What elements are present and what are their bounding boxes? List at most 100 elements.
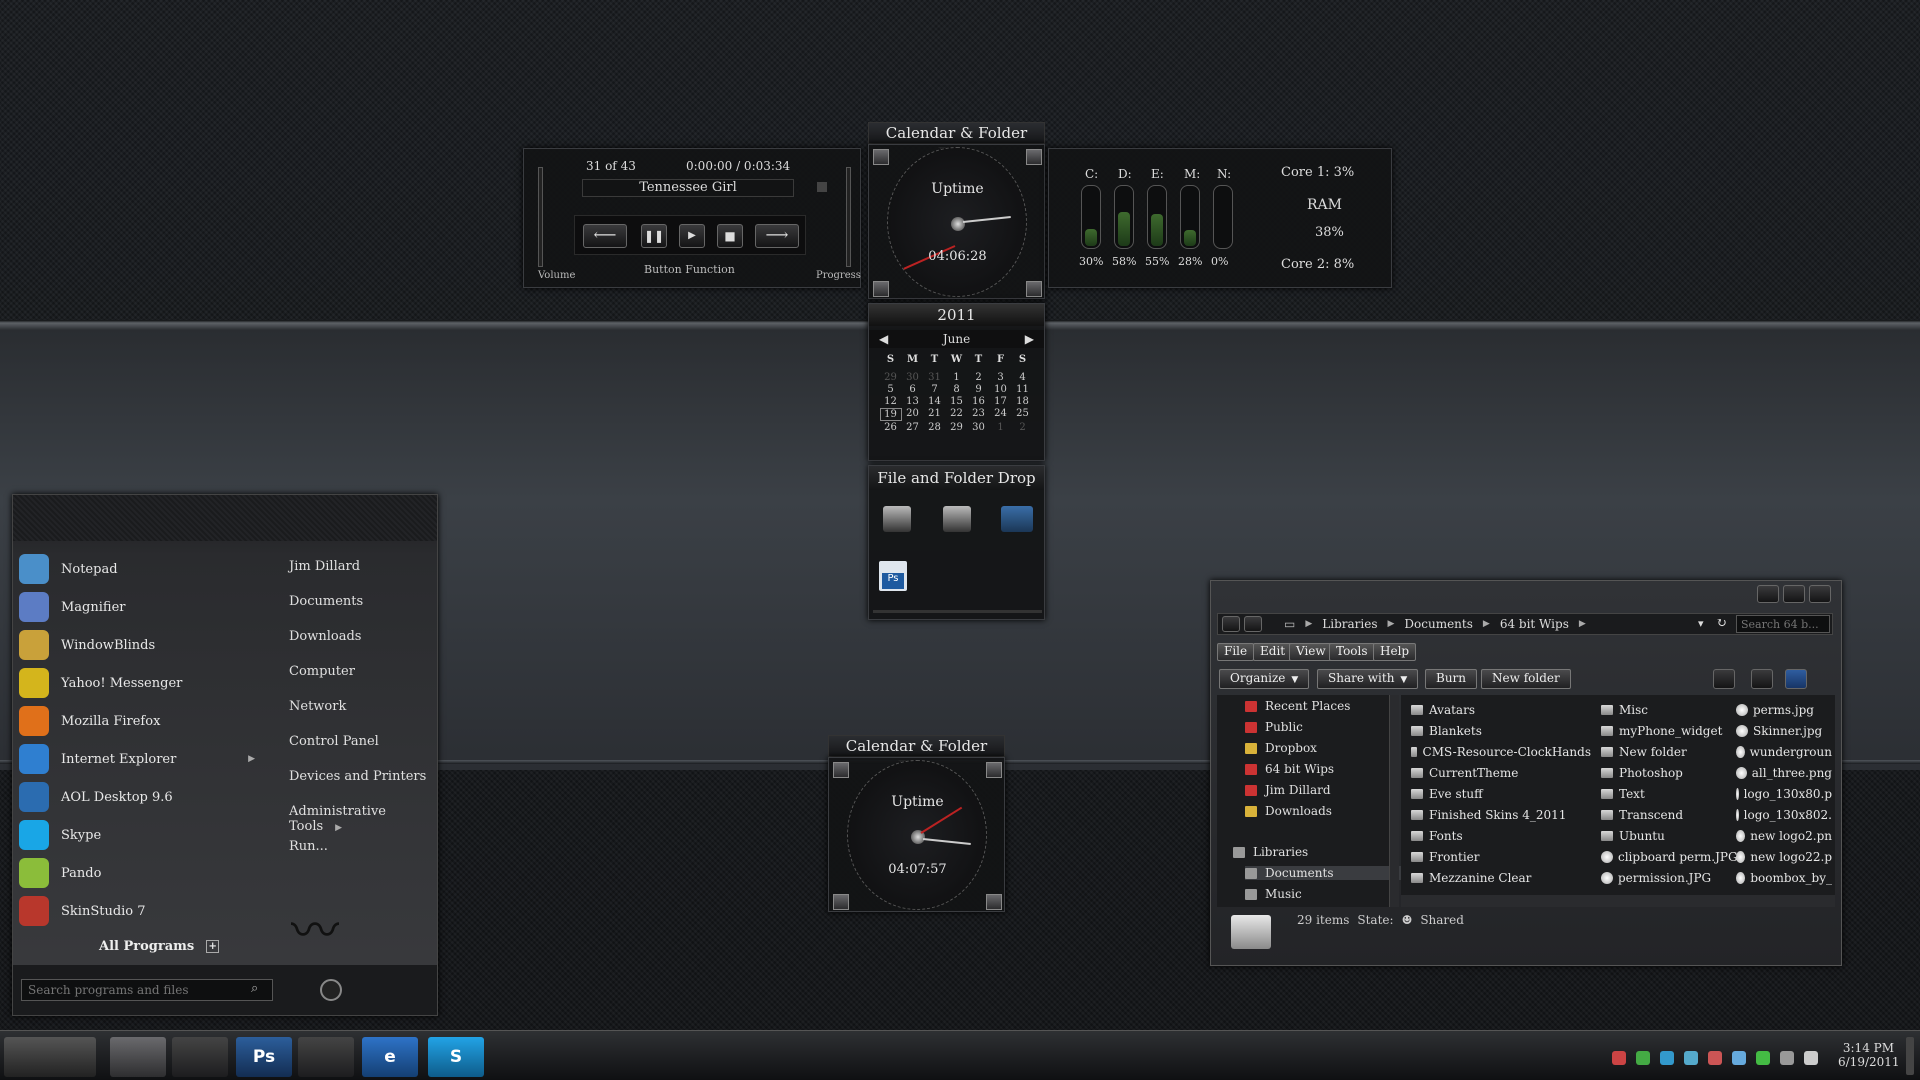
calendar-day[interactable]: 27 [902,422,924,433]
calendar-day[interactable]: 23 [968,408,990,421]
calendar-day[interactable]: 30 [902,372,924,383]
calendar-day[interactable]: 3 [990,372,1012,383]
start-link[interactable]: Administrative Tools ▶ [289,804,437,834]
nav-item[interactable]: Jim Dillard [1245,783,1331,797]
program-item[interactable]: Skype [19,817,255,853]
start-link[interactable]: Downloads [289,629,361,644]
start-link[interactable]: Devices and Printers [289,769,426,784]
file-item[interactable]: Skinner.jpg [1736,724,1832,738]
tray-icon[interactable] [1684,1051,1698,1065]
file-item[interactable]: Frontier [1411,850,1591,864]
drive-icon[interactable] [943,506,971,532]
menu-help[interactable]: Help [1373,643,1417,661]
calendar-day[interactable]: 1 [990,422,1012,433]
film-folder-icon[interactable] [1001,506,1033,532]
toolbar-burn[interactable]: Burn [1425,669,1478,689]
calendar-day[interactable]: 16 [968,396,990,407]
nav-item[interactable]: Recent Places [1245,699,1350,713]
pause-button[interactable]: ❚❚ [641,224,667,248]
toolbar-new-folder[interactable]: New folder [1481,669,1571,689]
menu-file[interactable]: File [1217,643,1255,661]
nav-item[interactable]: Music [1245,887,1302,901]
file-item[interactable]: all_three.png [1736,766,1832,780]
file-item[interactable]: new logo22.p [1736,850,1832,864]
power-button[interactable] [320,979,342,1001]
file-item[interactable]: logo_130x80.p [1736,787,1832,801]
file-item[interactable]: CMS-Resource-ClockHands [1411,745,1591,759]
previous-button[interactable]: ⟵ [583,224,627,248]
next-month-icon[interactable]: ▶ [1025,330,1034,348]
preview-pane-button[interactable] [1751,669,1773,689]
nav-item[interactable]: Documents [1245,866,1405,880]
tray-icon[interactable] [1804,1051,1818,1065]
file-item[interactable]: wundergroun [1736,745,1832,759]
start-link[interactable]: Jim Dillard [289,559,360,574]
file-item[interactable]: Avatars [1411,703,1591,717]
next-button[interactable]: ⟶ [755,224,799,248]
stop-button[interactable]: ■ [717,224,743,248]
program-item[interactable]: Yahoo! Messenger [19,665,255,701]
program-item[interactable]: Pando [19,855,255,891]
breadcrumb-item[interactable]: Libraries [1322,617,1377,631]
scissors-icon[interactable] [172,1037,228,1077]
tray-icon[interactable] [1612,1051,1626,1065]
drive-icon[interactable] [883,506,911,532]
ie-icon[interactable]: e [362,1037,418,1077]
calendar-day[interactable]: 17 [990,396,1012,407]
view-options-button[interactable] [1713,669,1735,689]
calendar-day[interactable]: 2 [1012,422,1034,433]
forward-button[interactable] [1244,616,1262,632]
calendar-day[interactable]: 2 [968,372,990,383]
clock[interactable]: 3:14 PM 6/19/2011 [1838,1041,1900,1069]
calendar-day[interactable]: 31 [924,372,946,383]
calendar-day[interactable]: 25 [1012,408,1034,421]
photoshop-icon[interactable]: Ps [236,1037,292,1077]
all-programs-button[interactable]: All Programs + [99,939,220,954]
calendar-day[interactable]: 6 [902,384,924,395]
prev-month-icon[interactable]: ◀ [879,330,888,348]
nav-item[interactable]: Dropbox [1245,741,1317,755]
photoshop-file-icon[interactable]: Ps [879,561,907,591]
start-link[interactable]: Network [289,699,346,714]
maximize-button[interactable] [1783,585,1805,603]
progress-slider[interactable] [846,167,851,267]
tray-icon[interactable] [1732,1051,1746,1065]
program-item[interactable]: SkinStudio 7 [19,893,255,929]
close-button[interactable] [1809,585,1831,603]
calendar-day[interactable]: 29 [946,422,968,433]
calendar-day[interactable]: 13 [902,396,924,407]
start-search-input[interactable] [21,979,273,1001]
nav-item[interactable]: Libraries [1233,845,1308,859]
menu-view[interactable]: View [1289,643,1333,661]
file-item[interactable]: logo_130x802. [1736,808,1832,822]
calendar-day[interactable]: 30 [968,422,990,433]
calendar-day[interactable]: 8 [946,384,968,395]
calendar-day[interactable]: 9 [968,384,990,395]
toolbar-organize[interactable]: Organize ▼ [1219,669,1310,689]
start-link[interactable]: Computer [289,664,355,679]
chevron-down-icon[interactable]: ▾ [1698,617,1704,630]
explorer-search-input[interactable] [1736,615,1830,633]
calendar-day[interactable]: 5 [880,384,902,395]
toolbar-share-with[interactable]: Share with ▼ [1317,669,1419,689]
calendar-day[interactable]: 4 [1012,372,1034,383]
volume-slider[interactable] [538,167,543,267]
calendar-day[interactable]: 7 [924,384,946,395]
file-item[interactable]: Mezzanine Clear [1411,871,1591,885]
menu-edit[interactable]: Edit [1253,643,1293,661]
file-item[interactable]: Blankets [1411,724,1591,738]
calendar-day[interactable]: 1 [946,372,968,383]
calendar-day[interactable]: 11 [1012,384,1034,395]
breadcrumb[interactable]: ▭ ▶ Libraries ▶ Documents ▶ 64 bit Wips ▶ [1284,617,1586,631]
calendar-day[interactable]: 26 [880,422,902,433]
file-hscrollbar[interactable] [1401,895,1835,907]
file-item[interactable]: Finished Skins 4_2011 [1411,808,1591,822]
tray-icon[interactable] [1780,1051,1794,1065]
file-item[interactable]: new logo2.pn [1736,829,1832,843]
breadcrumb-item[interactable]: 64 bit Wips [1500,617,1569,631]
program-item[interactable]: AOL Desktop 9.6 [19,779,255,815]
nav-item[interactable]: Public [1245,720,1303,734]
explorer-icon[interactable] [110,1037,166,1077]
calendar-day[interactable]: 10 [990,384,1012,395]
start-link[interactable]: Run... [289,839,328,854]
